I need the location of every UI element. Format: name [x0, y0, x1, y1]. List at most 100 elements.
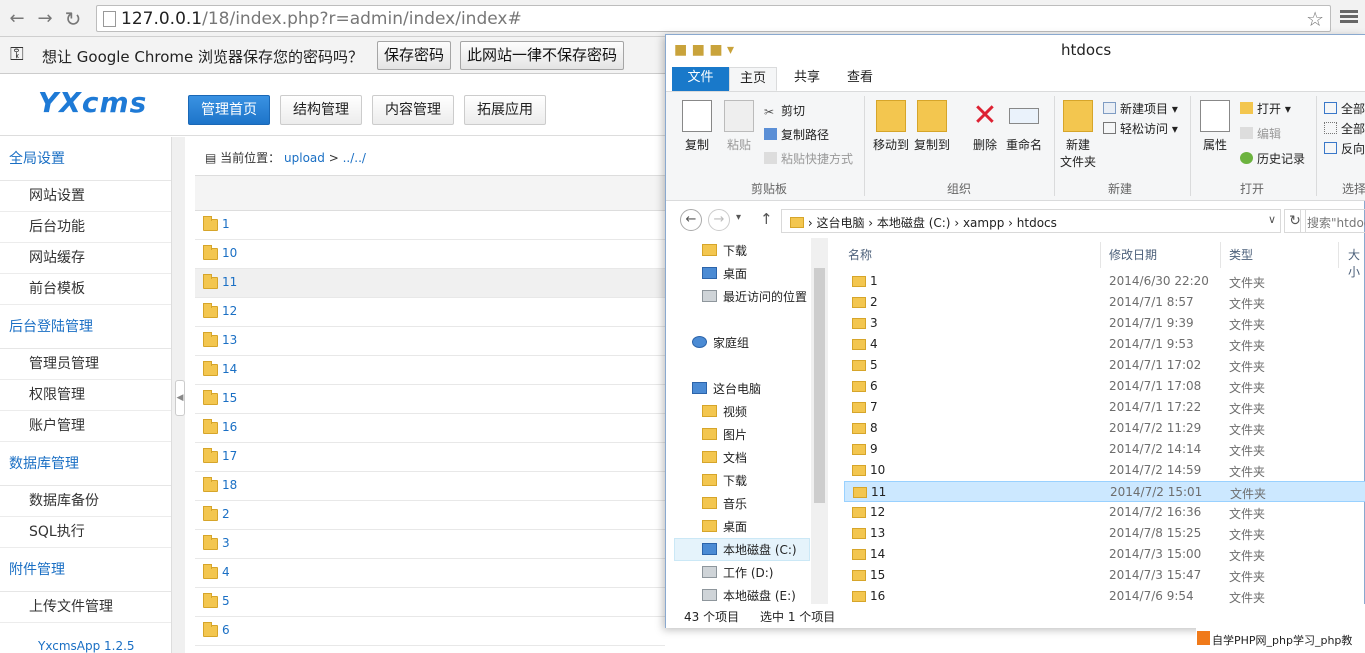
properties-button[interactable]: 属性	[1200, 100, 1230, 153]
column-type[interactable]: 类型	[1229, 246, 1253, 263]
file-row[interactable]: 15 2014/7/3 15:47 文件夹	[844, 565, 1365, 586]
folder-row[interactable]: 16	[195, 414, 665, 443]
sidebar-item-admins[interactable]: 管理员管理	[0, 349, 171, 380]
nav-this-pc[interactable]: 这台电脑	[692, 380, 761, 397]
forward-icon[interactable]: →	[708, 209, 730, 231]
folder-row[interactable]: 13	[195, 327, 665, 356]
folder-name[interactable]: 5	[222, 594, 230, 608]
file-row[interactable]: 13 2014/7/8 15:25 文件夹	[844, 523, 1365, 544]
nav-drive-d[interactable]: 工作 (D:)	[702, 564, 773, 581]
new-item-button[interactable]: 新建项目 ▾	[1103, 100, 1178, 117]
sidebar-group-global[interactable]: 全局设置	[0, 137, 171, 181]
nav-homegroup[interactable]: 家庭组	[692, 334, 749, 351]
nav-structure[interactable]: 结构管理	[280, 95, 362, 125]
nav-drive-c[interactable]: 本地磁盘 (C:)	[674, 538, 810, 561]
folder-row[interactable]: 4	[195, 559, 665, 588]
column-name[interactable]: 名称	[848, 246, 872, 263]
save-password-button[interactable]: 保存密码	[377, 41, 452, 70]
sidebar-group-database[interactable]: 数据库管理	[0, 442, 171, 486]
sidebar-group-login[interactable]: 后台登陆管理	[0, 305, 171, 349]
nav-desktop-pc[interactable]: 桌面	[702, 518, 747, 535]
file-row[interactable]: 2 2014/7/1 8:57 文件夹	[844, 292, 1365, 313]
tab-view[interactable]: 查看	[837, 67, 883, 91]
collapse-sidebar-icon[interactable]: ◀	[175, 380, 185, 416]
history-button[interactable]: 历史记录	[1240, 150, 1305, 167]
sidebar-item-accounts[interactable]: 账户管理	[0, 411, 171, 442]
folder-name[interactable]: 16	[222, 420, 237, 434]
delete-button[interactable]: ✕ 删除	[970, 100, 1000, 153]
folder-row[interactable]: 15	[195, 385, 665, 414]
open-button[interactable]: 打开 ▾	[1240, 100, 1291, 117]
recent-locations-icon[interactable]: ▾	[736, 212, 741, 223]
file-row[interactable]: 1 2014/6/30 22:20 文件夹	[844, 271, 1365, 292]
menu-icon[interactable]	[1340, 8, 1358, 26]
back-icon[interactable]: ←	[4, 6, 30, 32]
invert-selection-button[interactable]: 反向	[1324, 140, 1365, 157]
copy-to-button[interactable]: 复制到	[914, 100, 950, 153]
search-input[interactable]: 搜索"htdoc	[1300, 209, 1365, 233]
sidebar-item-backend-functions[interactable]: 后台功能	[0, 212, 171, 243]
folder-name[interactable]: 14	[222, 362, 237, 376]
tab-home[interactable]: 主页	[729, 67, 778, 91]
sidebar-item-permissions[interactable]: 权限管理	[0, 380, 171, 411]
address-bar[interactable]: 127.0.0.1/18/index.php?r=admin/index/ind…	[96, 5, 1331, 32]
paste-button[interactable]: 粘贴	[724, 100, 754, 153]
file-row[interactable]: 14 2014/7/3 15:00 文件夹	[844, 544, 1365, 565]
copy-button[interactable]: 复制	[682, 100, 712, 153]
nav-documents[interactable]: 文档	[702, 449, 747, 466]
tab-file[interactable]: 文件	[672, 67, 729, 91]
folder-row[interactable]: 12	[195, 298, 665, 327]
folder-name[interactable]: 18	[222, 478, 237, 492]
folder-row[interactable]: 5	[195, 588, 665, 617]
nav-videos[interactable]: 视频	[702, 403, 747, 420]
folder-name[interactable]: 6	[222, 623, 230, 637]
file-row[interactable]: 11 2014/7/2 15:01 文件夹	[844, 481, 1365, 502]
chevron-down-icon[interactable]: ∨	[1268, 213, 1276, 226]
edit-button[interactable]: 编辑	[1240, 125, 1281, 142]
folder-row[interactable]: 6	[195, 617, 665, 646]
folder-name[interactable]: 15	[222, 391, 237, 405]
never-save-button[interactable]: 此网站一律不保存密码	[460, 41, 625, 70]
file-row[interactable]: 9 2014/7/2 14:14 文件夹	[844, 439, 1365, 460]
sidebar-item-site-settings[interactable]: 网站设置	[0, 181, 171, 212]
sidebar-item-site-cache[interactable]: 网站缓存	[0, 243, 171, 274]
file-row[interactable]: 5 2014/7/1 17:02 文件夹	[844, 355, 1365, 376]
nav-drive-e[interactable]: 本地磁盘 (E:)	[702, 587, 796, 604]
folder-name[interactable]: 11	[222, 275, 237, 289]
sidebar-item-sql[interactable]: SQL执行	[0, 517, 171, 548]
reload-icon[interactable]: ↻	[60, 6, 86, 32]
folder-row[interactable]: 17	[195, 443, 665, 472]
file-row[interactable]: 4 2014/7/1 9:53 文件夹	[844, 334, 1365, 355]
nav-home[interactable]: 管理首页	[188, 95, 270, 125]
folder-name[interactable]: 10	[222, 246, 237, 260]
breadcrumb-upload[interactable]: upload	[284, 151, 325, 165]
folder-name[interactable]: 12	[222, 304, 237, 318]
file-row[interactable]: 6 2014/7/1 17:08 文件夹	[844, 376, 1365, 397]
nav-scrollbar-thumb[interactable]	[814, 268, 825, 503]
file-row[interactable]: 3 2014/7/1 9:39 文件夹	[844, 313, 1365, 334]
new-folder-button[interactable]: 新建 文件夹	[1060, 100, 1096, 170]
bookmark-star-icon[interactable]: ☆	[1306, 7, 1324, 31]
move-to-button[interactable]: 移动到	[873, 100, 909, 153]
folder-name[interactable]: 4	[222, 565, 230, 579]
folder-name[interactable]: 1	[222, 217, 230, 231]
nav-pictures[interactable]: 图片	[702, 426, 747, 443]
select-none-button[interactable]: 全部	[1324, 120, 1365, 137]
file-row[interactable]: 10 2014/7/2 14:59 文件夹	[844, 460, 1365, 481]
nav-music[interactable]: 音乐	[702, 495, 747, 512]
path-breadcrumb[interactable]: › 这台电脑 › 本地磁盘 (C:) › xampp › htdocs ∨	[781, 209, 1281, 233]
folder-row[interactable]: 11	[195, 269, 665, 298]
easy-access-button[interactable]: 轻松访问 ▾	[1103, 120, 1178, 137]
sidebar-item-frontend-template[interactable]: 前台模板	[0, 274, 171, 305]
quick-access-toolbar[interactable]: ■ ■ ■ ▾	[674, 42, 734, 58]
back-icon[interactable]: ←	[680, 209, 702, 231]
nav-desktop[interactable]: 桌面	[702, 265, 747, 282]
up-icon[interactable]: ↑	[760, 210, 773, 228]
nav-content[interactable]: 内容管理	[372, 95, 454, 125]
breadcrumb-parent[interactable]: ../../	[343, 151, 366, 165]
folder-row[interactable]: 3	[195, 530, 665, 559]
file-row[interactable]: 12 2014/7/2 16:36 文件夹	[844, 502, 1365, 523]
rename-button[interactable]: 重命名	[1006, 100, 1042, 153]
select-all-button[interactable]: 全部	[1324, 100, 1365, 117]
folder-row[interactable]: 18	[195, 472, 665, 501]
